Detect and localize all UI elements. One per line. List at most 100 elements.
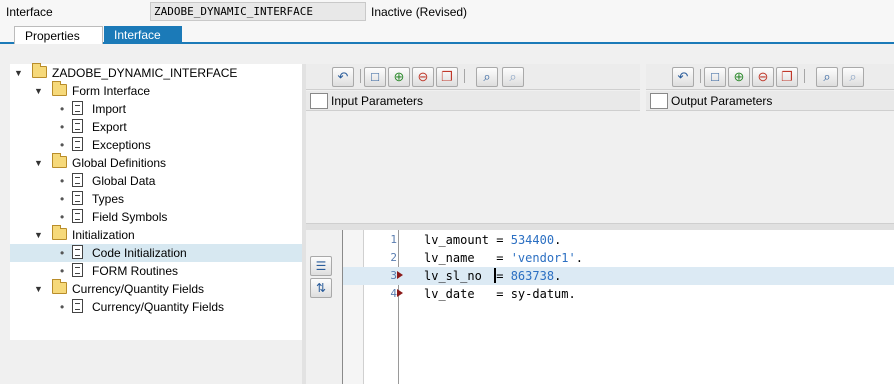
tree-node-types[interactable]: • Types [10, 190, 302, 208]
tree-node-label: Form Interface [72, 84, 151, 98]
code-line[interactable]: 1 lv_amount = 534400. [343, 231, 894, 249]
folder-icon [52, 225, 67, 240]
tree-node-label: ZADOBE_DYNAMIC_INTERFACE [52, 66, 238, 80]
tree-node-label: Field Symbols [92, 210, 168, 224]
tree-node-initialization[interactable]: ▼ Initialization [10, 225, 302, 244]
line-number: 1 [390, 233, 397, 246]
folder-icon [52, 279, 67, 294]
tree-node-label: Initialization [72, 228, 135, 242]
code-line-current[interactable]: 3 lv_sl_no = 863738. [343, 267, 894, 285]
folder-icon [52, 81, 67, 96]
parameters-icon [310, 93, 328, 109]
delete-row-button[interactable]: ⊖ [412, 67, 434, 87]
bullet-icon: • [60, 210, 65, 224]
line-number: 4 [390, 287, 397, 300]
tree-node-exceptions[interactable]: • Exceptions [10, 136, 302, 154]
new-row-button[interactable]: □ [364, 67, 386, 87]
tab-interface[interactable]: Interface [104, 26, 182, 44]
tree-node-currency-quantity-folder[interactable]: ▼ Currency/Quantity Fields [10, 279, 302, 298]
undo-icon: ↶ [677, 69, 689, 84]
collapse-icon[interactable]: ▼ [34, 158, 44, 168]
parameters-icon [650, 93, 668, 109]
tree-node-root[interactable]: ▼ ZADOBE_DYNAMIC_INTERFACE [10, 63, 302, 82]
bullet-icon: • [60, 138, 65, 152]
insert-row-button[interactable]: ⊕ [388, 67, 410, 87]
binoculars-icon: ⌕ [823, 69, 831, 84]
interface-label: Interface [6, 5, 53, 19]
undo-button[interactable]: ↶ [672, 67, 694, 87]
pattern-icon: ☰ [315, 259, 327, 273]
line-number: 3 [390, 269, 397, 282]
tree-node-field-symbols[interactable]: • Field Symbols [10, 208, 302, 226]
collapse-icon[interactable]: ▼ [14, 68, 24, 78]
insert-row-button[interactable]: ⊕ [728, 67, 750, 87]
bullet-icon: • [60, 264, 65, 278]
tree-node-label: Types [92, 192, 125, 206]
tree-node-export[interactable]: • Export [10, 118, 302, 136]
document-icon [72, 137, 83, 151]
input-parameters-panel: ↶ □ ⊕ ⊖ ❐ ⌕ ⌕ Input Parameters [306, 64, 640, 223]
code-text: lv_amount = 534400. [424, 233, 562, 247]
pretty-printer-icon: ⇅ [315, 281, 327, 295]
insert-row-icon: ⊕ [733, 69, 745, 84]
new-document-icon: □ [711, 69, 719, 84]
bullet-icon: • [60, 246, 65, 260]
document-icon [72, 209, 83, 223]
pattern-button[interactable]: ☰ [310, 256, 332, 276]
document-icon [72, 245, 83, 259]
bullet-icon: • [60, 120, 65, 134]
undo-button[interactable]: ↶ [332, 67, 354, 87]
toolbar-separator [360, 69, 361, 83]
delete-row-button[interactable]: ⊖ [752, 67, 774, 87]
find-next-button[interactable]: ⌕ [502, 67, 524, 87]
code-line[interactable]: 4 lv_date = sy-datum. [343, 285, 894, 303]
interface-name-field[interactable]: ZADOBE_DYNAMIC_INTERFACE [150, 2, 366, 21]
breakpoint-marker-icon [397, 271, 403, 279]
copy-row-button[interactable]: ❐ [436, 67, 458, 87]
interface-header: Interface ZADOBE_DYNAMIC_INTERFACE Inact… [0, 0, 894, 24]
bullet-icon: • [60, 174, 65, 188]
pretty-printer-button[interactable]: ⇅ [310, 278, 332, 298]
interface-status: Inactive (Revised) [371, 5, 468, 19]
text-cursor [494, 268, 496, 283]
code-line[interactable]: 2 lv_name = 'vendor1'. [343, 249, 894, 267]
folder-icon [32, 63, 47, 78]
tree-node-label: Export [92, 120, 127, 134]
breakpoint-marker-icon [397, 289, 403, 297]
collapse-icon[interactable]: ▼ [34, 86, 44, 96]
tree-node-form-interface[interactable]: ▼ Form Interface [10, 81, 302, 100]
copy-row-button[interactable]: ❐ [776, 67, 798, 87]
find-button[interactable]: ⌕ [816, 67, 838, 87]
delete-row-icon: ⊖ [417, 69, 429, 84]
tree-node-import[interactable]: • Import [10, 100, 302, 118]
delete-row-icon: ⊖ [757, 69, 769, 84]
tree-node-global-data[interactable]: • Global Data [10, 172, 302, 190]
output-parameters-body [646, 112, 894, 223]
find-next-icon: ⌕ [849, 69, 857, 84]
tree-node-label: FORM Routines [92, 264, 179, 278]
document-icon [72, 299, 83, 313]
tree-node-label: Exceptions [92, 138, 151, 152]
code-editor[interactable]: 1 lv_amount = 534400. 2 lv_name = 'vendo… [342, 230, 894, 384]
tree-node-label: Currency/Quantity Fields [92, 300, 225, 314]
collapse-icon[interactable]: ▼ [34, 284, 44, 294]
tree-node-currency-quantity-fields[interactable]: • Currency/Quantity Fields [10, 298, 302, 316]
insert-row-icon: ⊕ [393, 69, 405, 84]
tree-node-form-routines[interactable]: • FORM Routines [10, 262, 302, 280]
find-next-button[interactable]: ⌕ [842, 67, 864, 87]
interface-tree: ▼ ZADOBE_DYNAMIC_INTERFACE ▼ Form Interf… [10, 63, 302, 340]
collapse-icon[interactable]: ▼ [34, 230, 44, 240]
horizontal-splitter[interactable] [306, 223, 894, 230]
tab-strip: Properties Interface [0, 24, 894, 44]
tab-properties[interactable]: Properties [14, 26, 103, 44]
folder-icon [52, 153, 67, 168]
new-row-button[interactable]: □ [704, 67, 726, 87]
tree-node-label: Global Definitions [72, 156, 167, 170]
new-document-icon: □ [371, 69, 379, 84]
tree-node-code-initialization[interactable]: • Code Initialization [10, 244, 302, 262]
input-parameters-body [306, 112, 640, 223]
tree-node-global-definitions[interactable]: ▼ Global Definitions [10, 153, 302, 172]
input-parameters-header: Input Parameters [306, 91, 640, 111]
toolbar-separator [464, 69, 465, 83]
find-button[interactable]: ⌕ [476, 67, 498, 87]
